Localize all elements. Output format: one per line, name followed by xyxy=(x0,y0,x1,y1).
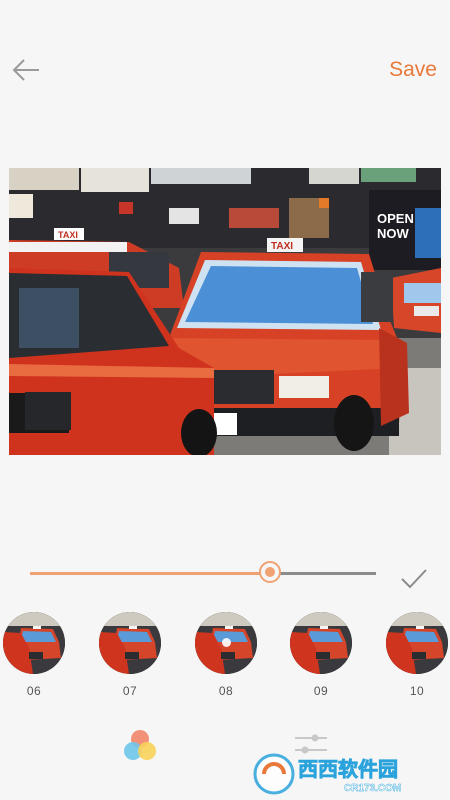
filter-item-08[interactable]: 08 xyxy=(195,612,257,700)
check-icon xyxy=(401,569,427,589)
taxi-sign-left: TAXI xyxy=(58,230,78,240)
tab-filters[interactable] xyxy=(120,726,160,764)
site-watermark-logo: 西西软件园 CR173.COM xyxy=(252,752,430,796)
filter-label: 06 xyxy=(26,684,42,698)
filter-thumbnail xyxy=(386,612,448,674)
save-button[interactable]: Save xyxy=(389,58,437,82)
selected-indicator xyxy=(222,638,231,647)
filter-item-09[interactable]: 09 xyxy=(290,612,352,700)
bottom-bar: 西西软件园 CR173.COM xyxy=(0,710,450,800)
color-circles-icon xyxy=(124,730,156,760)
slider-fill xyxy=(30,572,273,575)
filter-item-10[interactable]: 10 xyxy=(386,612,448,700)
watermark-domain: CR173.COM xyxy=(344,783,401,794)
arrow-left-icon xyxy=(12,59,39,81)
filter-strip: 06 07 08 09 10 xyxy=(0,612,450,702)
back-button[interactable] xyxy=(10,56,42,84)
filter-label: 07 xyxy=(122,684,138,698)
filter-item-06[interactable]: 06 xyxy=(3,612,65,700)
top-bar: Save xyxy=(0,0,450,140)
filter-thumbnail xyxy=(290,612,352,674)
slider-thumb[interactable] xyxy=(259,561,282,583)
photo-preview: OPEN NOW TAXI TAXI xyxy=(9,168,441,455)
open-sign: OPEN xyxy=(377,211,414,226)
filter-label: 08 xyxy=(218,684,234,698)
filter-thumbnail xyxy=(195,612,257,674)
confirm-button[interactable] xyxy=(399,566,429,592)
watermark-brand: 西西软件园 xyxy=(298,757,398,781)
filter-label: 10 xyxy=(409,684,425,698)
taxi-sign-main: TAXI xyxy=(271,241,293,252)
filter-thumbnail xyxy=(99,612,161,674)
filter-label: 09 xyxy=(313,684,329,698)
filter-item-07[interactable]: 07 xyxy=(99,612,161,700)
now-sign: NOW xyxy=(377,226,410,241)
filter-thumbnail xyxy=(3,612,65,674)
photo-editor-screen: Save OPEN NOW TAXI TAXI 06 07 08 09 10 西… xyxy=(0,0,450,800)
intensity-slider[interactable] xyxy=(30,560,376,588)
